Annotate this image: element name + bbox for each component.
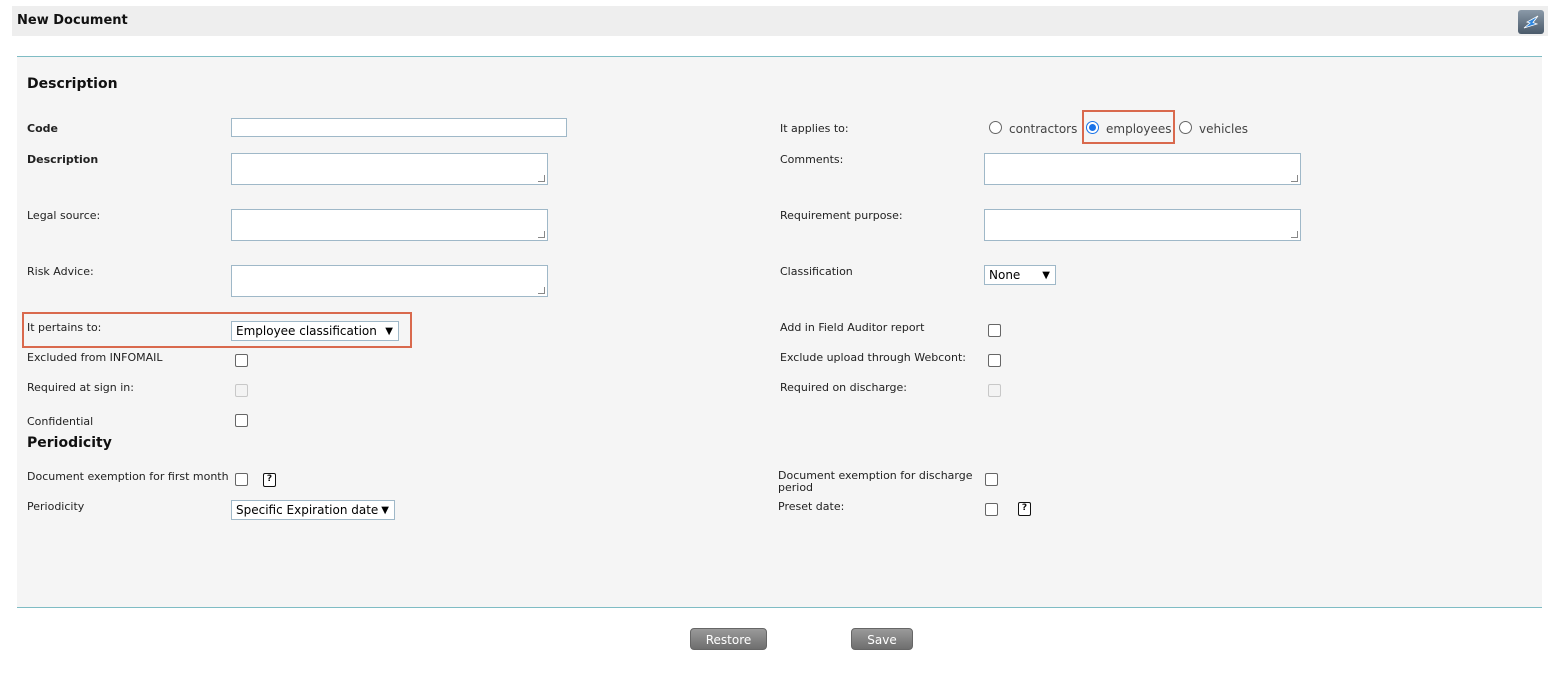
required-discharge-checkbox — [988, 384, 1001, 397]
exemption-first-month-label: Document exemption for first month — [27, 470, 229, 483]
exemption-discharge-label: Document exemption for discharge period — [778, 470, 973, 494]
field-auditor-checkbox[interactable] — [988, 324, 1001, 337]
comments-textarea[interactable] — [984, 153, 1301, 185]
periodicity-select[interactable]: Specific Expiration date ▼ — [231, 500, 395, 520]
exemption-first-month-checkbox[interactable] — [235, 473, 248, 486]
classification-label: Classification — [780, 265, 853, 278]
comments-label: Comments: — [780, 153, 844, 166]
save-button[interactable]: Save — [851, 628, 913, 650]
excluded-infomail-checkbox[interactable] — [235, 354, 248, 367]
required-discharge-label: Required on discharge: — [780, 381, 907, 394]
exclude-webcont-label: Exclude upload through Webcont: — [780, 351, 967, 364]
legal-source-label: Legal source: — [27, 209, 101, 222]
chevron-down-icon: ▼ — [385, 326, 393, 337]
risk-advice-label: Risk Advice: — [27, 265, 94, 278]
legal-source-textarea[interactable] — [231, 209, 548, 241]
radio-vehicles-label: vehicles — [1199, 122, 1248, 136]
title-bar: New Document — [12, 6, 1548, 36]
requirement-purpose-label: Requirement purpose: — [780, 209, 903, 222]
exemption-discharge-checkbox[interactable] — [985, 473, 998, 486]
help-icon[interactable]: ? — [1018, 502, 1031, 516]
radio-vehicles[interactable] — [1179, 121, 1192, 134]
exemption-discharge-label-line2: period — [778, 481, 814, 494]
field-auditor-label: Add in Field Auditor report — [780, 321, 925, 334]
back-button[interactable] — [1518, 10, 1544, 34]
code-label: Code — [27, 122, 58, 135]
classification-select-value: None — [989, 268, 1021, 282]
preset-date-label: Preset date: — [778, 500, 845, 513]
pertains-select-value: Employee classification — [236, 324, 377, 338]
radio-employees-label: employees — [1106, 122, 1172, 136]
confidential-label: Confidential — [27, 415, 94, 428]
required-signin-label: Required at sign in: — [27, 381, 134, 394]
help-icon[interactable]: ? — [263, 473, 276, 487]
applies-label: It applies to: — [780, 122, 849, 135]
radio-employees[interactable] — [1086, 121, 1099, 134]
required-signin-checkbox — [235, 384, 248, 397]
pertains-select[interactable]: Employee classification ▼ — [231, 321, 399, 341]
chevron-down-icon: ▼ — [1042, 270, 1050, 281]
restore-button[interactable]: Restore — [690, 628, 767, 650]
chevron-down-icon: ▼ — [381, 505, 389, 516]
radio-contractors-label: contractors — [1009, 122, 1078, 136]
periodicity-label: Periodicity — [27, 500, 85, 513]
risk-advice-textarea[interactable] — [231, 265, 548, 297]
page-title: New Document — [17, 13, 128, 28]
description-section-title: Description — [27, 76, 118, 92]
radio-contractors[interactable] — [989, 121, 1002, 134]
periodicity-section-title: Periodicity — [27, 435, 112, 451]
classification-select[interactable]: None ▼ — [984, 265, 1056, 285]
excluded-infomail-label: Excluded from INFOMAIL — [27, 351, 163, 364]
back-arrow-icon — [1523, 15, 1539, 29]
requirement-purpose-textarea[interactable] — [984, 209, 1301, 241]
code-input[interactable] — [231, 118, 567, 137]
pertains-label: It pertains to: — [27, 321, 102, 334]
document-form-panel: Description Code Description Legal sourc… — [17, 56, 1542, 608]
periodicity-select-value: Specific Expiration date — [236, 503, 379, 517]
description-textarea[interactable] — [231, 153, 548, 185]
preset-date-checkbox[interactable] — [985, 503, 998, 516]
confidential-checkbox[interactable] — [235, 414, 248, 427]
description-label: Description — [27, 153, 99, 166]
exclude-webcont-checkbox[interactable] — [988, 354, 1001, 367]
